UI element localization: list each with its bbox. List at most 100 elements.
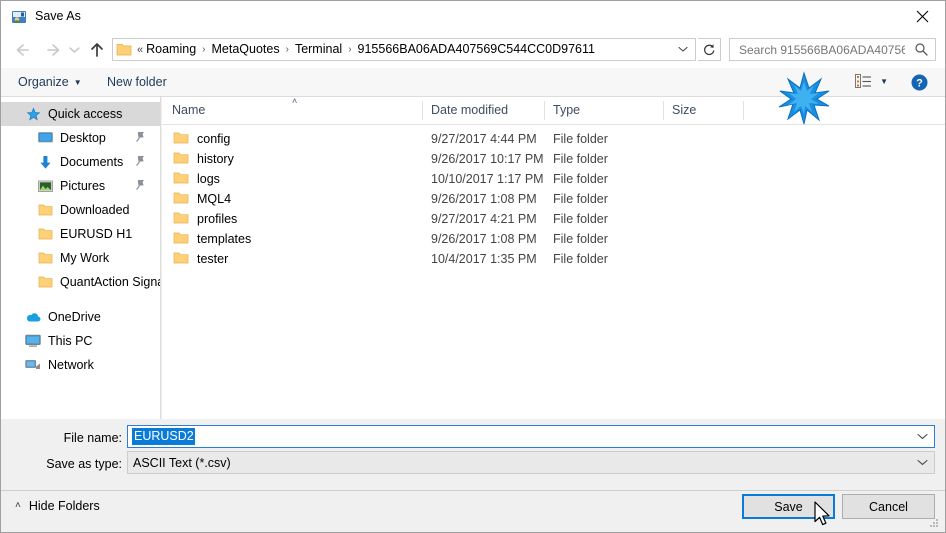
new-folder-button[interactable]: New folder — [107, 74, 167, 91]
sidebar-item-downloaded[interactable]: Downloaded — [1, 198, 160, 222]
pin-icon[interactable] — [135, 179, 146, 194]
file-name-input[interactable]: EURUSD2 — [127, 425, 935, 448]
sidebar-item-desktop[interactable]: Desktop — [1, 126, 160, 150]
table-row[interactable]: profiles 9/27/2017 4:21 PM File folder — [162, 209, 945, 229]
arrow-right-icon — [47, 44, 60, 56]
file-name-label: File name: — [63, 431, 122, 445]
hide-folders-button[interactable]: ˄ Hide Folders — [15, 499, 100, 513]
pin-icon[interactable] — [135, 155, 146, 170]
pin-icon[interactable] — [135, 131, 146, 146]
file-type: File folder — [553, 132, 608, 146]
column-divider[interactable] — [422, 101, 423, 120]
sidebar-item-label: This PC — [48, 334, 93, 348]
sidebar-item-label: Documents — [60, 155, 124, 169]
dialog-footer: File name: EURUSD2 Save as type: ASCII T… — [1, 419, 945, 532]
search-icon — [914, 42, 929, 62]
up-button[interactable] — [85, 38, 109, 62]
sidebar-item-label: Desktop — [60, 131, 106, 145]
breadcrumb-item-roaming[interactable]: Roaming — [145, 39, 197, 60]
column-headers: ˄ Name Date modified Type Size — [162, 97, 945, 125]
breadcrumb-overflow[interactable]: « — [132, 44, 145, 56]
sidebar-item-network[interactable]: Network — [1, 353, 160, 377]
sidebar-item-pictures[interactable]: Pictures — [1, 174, 160, 198]
address-dropdown-button[interactable] — [674, 39, 692, 60]
file-date: 9/26/2017 10:17 PM — [431, 152, 544, 166]
file-name: tester — [197, 252, 229, 266]
sidebar-item-onedrive[interactable]: OneDrive — [1, 305, 160, 329]
star-icon — [25, 106, 41, 122]
column-divider[interactable] — [544, 101, 545, 120]
forward-button[interactable] — [41, 38, 65, 62]
file-name-value: EURUSD2 — [132, 428, 195, 445]
column-header-type[interactable]: Type — [553, 103, 580, 117]
column-header-date[interactable]: Date modified — [431, 103, 508, 117]
network-icon — [25, 357, 41, 373]
folder-icon — [37, 274, 53, 290]
save-as-type-dropdown-button[interactable] — [914, 452, 930, 473]
column-header-name[interactable]: Name — [172, 103, 205, 117]
chevron-up-icon: ˄ — [15, 500, 21, 511]
back-button[interactable] — [11, 38, 35, 62]
file-date: 9/27/2017 4:21 PM — [431, 212, 537, 226]
breadcrumb-item-terminal[interactable]: Terminal — [294, 39, 343, 60]
hide-folders-label: Hide Folders — [28, 499, 100, 513]
save-as-type-select[interactable]: ASCII Text (*.csv) — [127, 451, 935, 474]
save-button-label: Save — [774, 499, 803, 514]
sidebar-item-label: QuantAction Signal — [60, 275, 161, 289]
breadcrumb-separator: › — [202, 44, 206, 55]
sidebar-item-eurusd-h1[interactable]: EURUSD H1 — [1, 222, 160, 246]
change-view-button[interactable]: ▼ — [855, 74, 888, 89]
organize-button[interactable]: Organize ▼ — [18, 74, 82, 91]
table-row[interactable]: tester 10/4/2017 1:35 PM File folder — [162, 249, 945, 269]
breadcrumb-item-metaquotes[interactable]: MetaQuotes — [211, 39, 281, 60]
sidebar-item-documents[interactable]: Documents — [1, 150, 160, 174]
save-button[interactable]: Save — [742, 494, 835, 519]
sidebar-item-quick-access[interactable]: Quick access — [1, 102, 160, 126]
sidebar-item-my-work[interactable]: My Work — [1, 246, 160, 270]
help-icon: ? — [911, 74, 928, 91]
navigation-pane[interactable]: Quick access Desktop Documents Pictures … — [1, 97, 161, 419]
sidebar-item-label: OneDrive — [48, 310, 101, 324]
title-bar: Save As — [1, 1, 945, 32]
file-date: 9/26/2017 1:08 PM — [431, 232, 537, 246]
folder-icon — [173, 231, 189, 245]
refresh-button[interactable] — [698, 38, 721, 61]
search-box[interactable] — [729, 38, 936, 61]
arrow-up-icon — [91, 43, 103, 57]
breadcrumb-item-current[interactable]: 915566BA06ADA407569C544CC0D97611 — [357, 39, 596, 60]
save-as-type-value: ASCII Text (*.csv) — [133, 455, 231, 470]
documents-icon — [37, 154, 53, 170]
folder-icon — [37, 226, 53, 242]
command-toolbar: Organize ▼ New folder ▼ ? — [1, 68, 945, 97]
desktop-icon — [37, 130, 53, 146]
file-date: 9/27/2017 4:44 PM — [431, 132, 537, 146]
sidebar-item-quantaction-signal[interactable]: QuantAction Signal — [1, 270, 160, 294]
address-bar[interactable]: « Roaming › MetaQuotes › Terminal › 9155… — [112, 38, 696, 61]
resize-grip[interactable] — [928, 516, 940, 528]
arrow-left-icon — [16, 44, 29, 56]
help-button[interactable]: ? — [911, 74, 928, 91]
file-list-pane[interactable]: ˄ Name Date modified Type Size config 9/… — [162, 97, 945, 419]
search-input[interactable] — [737, 41, 907, 58]
file-name: history — [197, 152, 234, 166]
table-row[interactable]: logs 10/10/2017 1:17 PM File folder — [162, 169, 945, 189]
file-name-dropdown-button[interactable] — [914, 426, 930, 447]
column-header-size[interactable]: Size — [672, 103, 696, 117]
table-row[interactable]: history 9/26/2017 10:17 PM File folder — [162, 149, 945, 169]
pictures-icon — [37, 178, 53, 194]
close-button[interactable] — [899, 1, 945, 32]
recent-locations-button[interactable] — [65, 38, 83, 62]
column-divider[interactable] — [743, 101, 744, 120]
cancel-button-label: Cancel — [869, 499, 908, 514]
file-type: File folder — [553, 212, 608, 226]
table-row[interactable]: MQL4 9/26/2017 1:08 PM File folder — [162, 189, 945, 209]
cancel-button[interactable]: Cancel — [842, 494, 935, 519]
file-name: logs — [197, 172, 220, 186]
thispc-icon — [25, 333, 41, 349]
save-as-dialog: Save As « Roaming › MetaQuotes › Termina… — [0, 0, 946, 533]
sidebar-item-this-pc[interactable]: This PC — [1, 329, 160, 353]
column-divider[interactable] — [663, 101, 664, 120]
table-row[interactable]: templates 9/26/2017 1:08 PM File folder — [162, 229, 945, 249]
table-row[interactable]: config 9/27/2017 4:44 PM File folder — [162, 129, 945, 149]
breadcrumb-separator: › — [348, 44, 352, 55]
